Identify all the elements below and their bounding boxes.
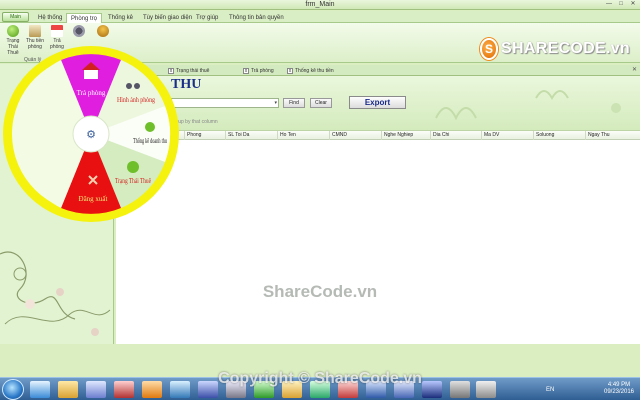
doc-tab-label: Trả phòng: [251, 68, 274, 74]
tab-he-thong[interactable]: Hệ thống: [34, 13, 66, 23]
column-header[interactable]: Ma DV: [481, 131, 533, 140]
floral-decoration: [0, 251, 111, 336]
binoculars-icon: [73, 25, 85, 37]
close-icon[interactable]: x: [287, 68, 293, 74]
brand-mark-icon: S: [480, 38, 499, 60]
tab-thong-tin-ban-quyen[interactable]: Thông tin bản quyền: [225, 13, 288, 23]
column-header[interactable]: CMND: [329, 131, 381, 140]
column-header[interactable]: Dia Chi: [430, 131, 481, 140]
main-content: THU ▾ Find Clear Export group by that co…: [116, 76, 640, 344]
ribbon-tabs: Main Hệ thống Phòng trọ Thống kê Tùy biế…: [0, 11, 640, 23]
brand-name: SHARECODE: [501, 40, 606, 57]
check-icon: [7, 25, 19, 37]
radial-label-tra-phong: Trả phòng: [77, 89, 106, 97]
title-bar: frm_Main — □ ✕: [0, 0, 640, 10]
window-title: frm_Main: [305, 1, 335, 8]
tab-tuy-bien-giao-dien[interactable]: Tùy biến giao diện: [139, 13, 196, 23]
doc-tab-label: Thống kê thu tiền: [295, 68, 334, 74]
document-tabs: x Trạng thái thuê x Trả phòng x Thống kê th…: [116, 65, 640, 76]
tab-phong-tro[interactable]: Phòng trọ: [66, 13, 103, 23]
ribbon-users-button[interactable]: [92, 25, 114, 38]
brand-suffix: .vn: [605, 40, 630, 57]
decorative-background: [435, 90, 621, 121]
app-menu-button[interactable]: Main: [2, 12, 29, 22]
radial-label-dang-xuat: Đăng xuất: [79, 195, 108, 203]
close-all-icon[interactable]: ✕: [632, 66, 637, 73]
form-area: THU ▾ Find Clear Export group by that co…: [116, 76, 640, 130]
radial-label-hinh-anh-phong: Hình ảnh phòng: [117, 96, 155, 104]
doc-tab-tra-phong[interactable]: x Trả phòng: [243, 67, 274, 76]
brand-logo: S SHARECODE.vn: [480, 37, 630, 61]
watermark-bottom: Copyright © ShareCode.vn: [218, 370, 422, 387]
column-header[interactable]: SL Toi Da: [225, 131, 277, 140]
column-header[interactable]: Phong: [184, 131, 225, 140]
radial-menu: ⚙ Trả phòng Hình ảnh phòng Thống kê doan…: [3, 46, 179, 222]
column-header[interactable]: Nghe Nghiep: [381, 131, 430, 140]
money-icon: [29, 25, 41, 37]
grid-header: Phong SL Toi Da Ho Ten CMND Nghe Nghiep …: [116, 131, 640, 140]
column-header[interactable]: Ho Ten: [277, 131, 329, 140]
minimize-button[interactable]: —: [604, 1, 614, 8]
chevron-down-icon[interactable]: ▾: [274, 100, 277, 106]
house-icon: [51, 25, 63, 37]
radial-label-trang-thai-thue: Trạng Thái Thuê: [115, 177, 151, 185]
clear-button[interactable]: Clear: [310, 98, 332, 108]
find-button[interactable]: Find: [283, 98, 305, 108]
radial-label-thong-ke-doanh-thu: Thống kê doanh thu: [133, 137, 167, 145]
tab-thong-ke[interactable]: Thống kê: [104, 13, 137, 23]
ribbon-binoculars-button[interactable]: [68, 25, 90, 38]
brand-text: SHARECODE.vn: [501, 40, 630, 58]
center-logo-icon: ⚙: [86, 129, 96, 141]
watermark-center: ShareCode.vn: [262, 282, 378, 301]
close-icon[interactable]: x: [243, 68, 249, 74]
data-grid[interactable]: Phong SL Toi Da Ho Ten CMND Nghe Nghiep …: [116, 130, 640, 344]
clock-date: 09/23/2016: [603, 389, 635, 395]
maximize-button[interactable]: □: [616, 1, 626, 8]
users-icon: [97, 25, 109, 37]
doc-tab-thong-ke-thu-tien[interactable]: x Thống kê thu tiền: [287, 67, 334, 76]
window-controls: — □ ✕: [604, 1, 638, 8]
search-input[interactable]: ▾: [171, 98, 279, 108]
export-button[interactable]: Export: [349, 96, 406, 109]
close-button[interactable]: ✕: [628, 1, 638, 8]
column-header[interactable]: Soluong: [533, 131, 585, 140]
column-header[interactable]: Ngay Thu: [585, 131, 640, 140]
tab-tro-giup[interactable]: Trợ giúp: [192, 13, 222, 23]
